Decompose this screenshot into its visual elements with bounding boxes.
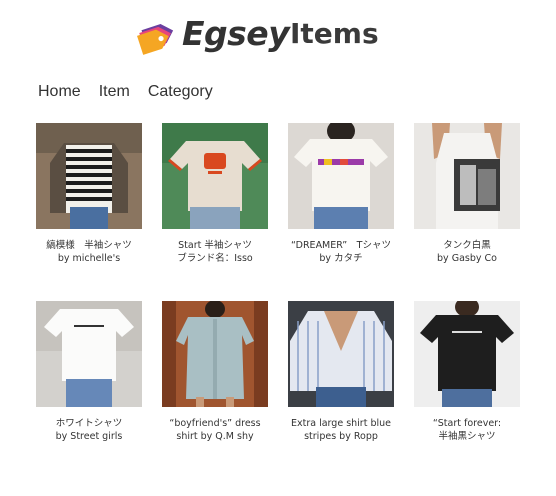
black-tshirt-photo[interactable] bbox=[414, 301, 520, 407]
boyfriend-shirt-photo[interactable] bbox=[162, 301, 268, 407]
item-card-boyfriend-shirt[interactable]: “boyfriend's” dress shirt by Q.M shy bbox=[162, 301, 268, 443]
item-card-white-shirt[interactable]: ホワイトシャツ by Street girls bbox=[36, 301, 142, 443]
item-caption[interactable]: “DREAMER” Tシャツ by カタチ bbox=[276, 239, 406, 265]
item-card-start-shirt[interactable]: Start 半袖シャツ ブランド名：Isso bbox=[162, 123, 268, 265]
item-caption[interactable]: “Start forever: 半袖黒シャツ bbox=[402, 417, 532, 443]
striped-shirt-photo[interactable] bbox=[36, 123, 142, 229]
item-caption[interactable]: 縞模様 半袖シャツ by michelle's bbox=[24, 239, 154, 265]
dreamer-tshirt-photo[interactable] bbox=[288, 123, 394, 229]
item-caption[interactable]: “boyfriend's” dress shirt by Q.M shy bbox=[150, 417, 280, 443]
blue-stripe-shirt-photo[interactable] bbox=[288, 301, 394, 407]
item-caption[interactable]: ホワイトシャツ by Street girls bbox=[24, 417, 154, 443]
item-caption[interactable]: Start 半袖シャツ ブランド名：Isso bbox=[150, 239, 280, 265]
item-caption[interactable]: Extra large shirt blue stripes by Ropp bbox=[276, 417, 406, 443]
start-shirt-photo[interactable] bbox=[162, 123, 268, 229]
item-card-dreamer-tshirt[interactable]: “DREAMER” Tシャツ by カタチ bbox=[288, 123, 394, 265]
item-card-striped-shirt[interactable]: 縞模様 半袖シャツ by michelle's bbox=[36, 123, 142, 265]
item-card-blue-stripe-shirt[interactable]: Extra large shirt blue stripes by Ropp bbox=[288, 301, 394, 443]
item-caption[interactable]: タンク白黒 by Gasby Co bbox=[402, 239, 532, 265]
item-card-tank-top[interactable]: タンク白黒 by Gasby Co bbox=[414, 123, 520, 265]
white-shirt-photo[interactable] bbox=[36, 301, 142, 407]
tank-top-photo[interactable] bbox=[414, 123, 520, 229]
item-grid: 縞模様 半袖シャツ by michelle's Start 半袖シャツ ブランド名：… bbox=[0, 0, 556, 496]
item-card-black-tshirt[interactable]: “Start forever: 半袖黒シャツ bbox=[414, 301, 520, 443]
